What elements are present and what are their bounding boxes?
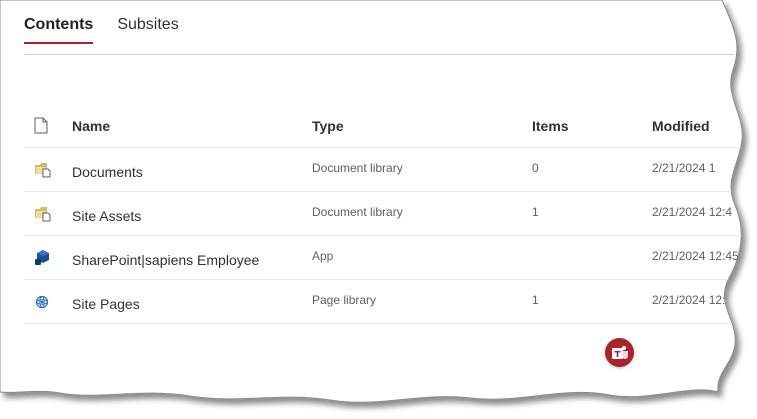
teams-icon bbox=[611, 345, 629, 361]
contents-table: Name Type Items Modified Documents Docum… bbox=[24, 104, 744, 324]
tab-contents[interactable]: Contents bbox=[24, 16, 93, 44]
tab-bar: Contents Subsites bbox=[24, 16, 179, 44]
app-icon bbox=[34, 236, 54, 279]
row-name[interactable]: Documents bbox=[72, 150, 143, 193]
row-items: 1 bbox=[532, 204, 539, 219]
row-type: Document library bbox=[312, 204, 403, 219]
row-items: 0 bbox=[532, 160, 539, 175]
teams-chat-button[interactable] bbox=[605, 338, 634, 367]
row-name[interactable]: Site Assets bbox=[72, 194, 141, 237]
table-header-row: Name Type Items Modified bbox=[24, 104, 744, 148]
tabs-divider bbox=[24, 54, 734, 55]
row-modified: 2/21/2024 1 bbox=[652, 160, 716, 175]
row-type: Page library bbox=[312, 292, 377, 307]
row-modified: 2/21/2024 12:4 bbox=[652, 204, 733, 219]
row-type: App bbox=[312, 248, 334, 263]
table-row[interactable]: SharePoint|sapiens Employee App 2/21/202… bbox=[24, 236, 744, 280]
page-content: Contents Subsites Name Type Items Modifi… bbox=[0, 0, 757, 419]
page-library-icon bbox=[34, 280, 54, 323]
row-type: Document library bbox=[312, 160, 403, 175]
row-name[interactable]: SharePoint|sapiens Employee bbox=[72, 238, 259, 281]
file-type-header-icon[interactable] bbox=[34, 104, 54, 147]
row-items: 1 bbox=[532, 292, 539, 307]
row-name[interactable]: Site Pages bbox=[72, 282, 140, 325]
column-header-items[interactable]: Items bbox=[532, 104, 569, 147]
row-modified: 2/21/2024 12:45 bbox=[652, 248, 739, 263]
row-modified: 2/21/2024 12: bbox=[652, 292, 726, 307]
document-library-icon bbox=[34, 192, 54, 235]
tab-subsites[interactable]: Subsites bbox=[117, 16, 178, 44]
column-header-type[interactable]: Type bbox=[312, 104, 344, 147]
column-header-modified[interactable]: Modified bbox=[652, 104, 710, 147]
document-library-icon bbox=[34, 148, 54, 191]
table-row[interactable]: Site Assets Document library 1 2/21/2024… bbox=[24, 192, 744, 236]
table-row[interactable]: Documents Document library 0 2/21/2024 1 bbox=[24, 148, 744, 192]
table-row[interactable]: Site Pages Page library 1 2/21/2024 12: bbox=[24, 280, 744, 324]
screenshot-stage: Contents Subsites Name Type Items Modifi… bbox=[0, 0, 757, 419]
column-header-name[interactable]: Name bbox=[72, 104, 110, 147]
